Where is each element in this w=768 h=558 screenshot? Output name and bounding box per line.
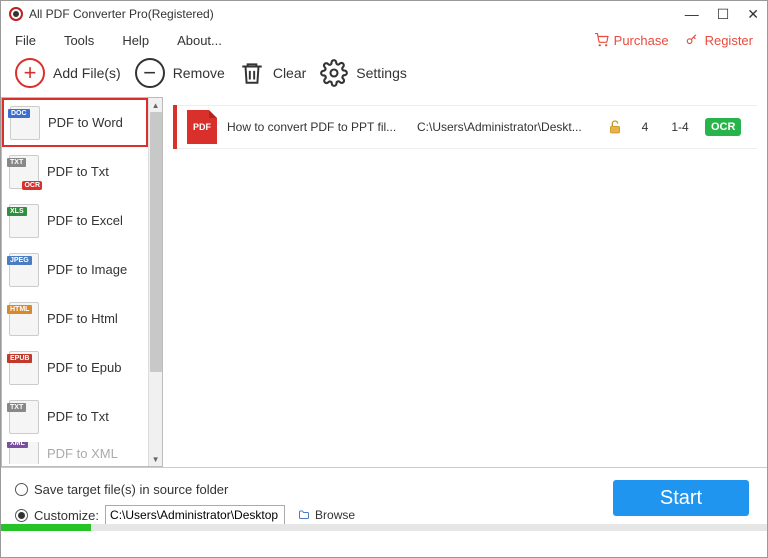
remove-label: Remove: [173, 65, 225, 81]
scroll-up-button[interactable]: ▲: [149, 98, 162, 112]
purchase-label: Purchase: [614, 33, 669, 48]
selection-indicator: [173, 105, 177, 149]
epub-icon: EPUB: [9, 351, 39, 385]
file-name: How to convert PDF to PPT fil...: [227, 120, 407, 134]
scroll-down-button[interactable]: ▼: [149, 452, 162, 466]
page-count: 4: [635, 120, 655, 134]
cart-icon: [594, 33, 609, 47]
sidebar-item-label: PDF to Word: [48, 115, 123, 130]
sidebar-item-label: PDF to Epub: [47, 360, 121, 375]
pdf-icon: PDF: [187, 110, 217, 144]
radio-save-source[interactable]: [15, 483, 28, 496]
remove-button[interactable]: Remove: [135, 58, 225, 88]
lock-icon[interactable]: [607, 118, 625, 136]
file-row[interactable]: PDF How to convert PDF to PPT fil... C:\…: [173, 105, 757, 149]
plus-icon: [15, 58, 45, 88]
folder-icon: [297, 509, 311, 521]
sidebar-item-label: PDF to XML: [47, 446, 118, 461]
customize-label: Customize:: [34, 508, 99, 523]
window-controls: — ☐ ✕: [685, 6, 759, 23]
output-path-input[interactable]: [105, 505, 285, 525]
purchase-link[interactable]: Purchase: [594, 33, 669, 48]
sidebar-item-pdf-to-txt[interactable]: TXT PDF to Txt: [2, 392, 148, 441]
key-icon: [685, 33, 700, 47]
ocr-badge[interactable]: OCR: [705, 118, 741, 136]
txt-icon: TXT: [9, 400, 39, 434]
sidebar-item-label: PDF to Txt: [47, 164, 109, 179]
minimize-button[interactable]: —: [685, 6, 699, 23]
sidebar-item-pdf-to-excel[interactable]: XLS PDF to Excel: [2, 196, 148, 245]
jpeg-icon: JPEG: [9, 253, 39, 287]
main-area: DOC PDF to Word TXTOCR PDF to Txt XLS PD…: [1, 97, 767, 467]
menubar: File Tools Help About... Purchase Regist…: [1, 27, 767, 53]
save-source-label: Save target file(s) in source folder: [34, 482, 228, 497]
doc-icon: DOC: [10, 106, 40, 140]
window-title: All PDF Converter Pro(Registered): [29, 7, 685, 21]
toolbar: Add File(s) Remove Clear Settings: [1, 53, 767, 97]
gear-icon: [320, 59, 348, 87]
menu-tools[interactable]: Tools: [64, 33, 94, 48]
menu-help[interactable]: Help: [122, 33, 149, 48]
add-files-label: Add File(s): [53, 65, 121, 81]
sidebar-item-pdf-to-image[interactable]: JPEG PDF to Image: [2, 245, 148, 294]
sidebar-item-pdf-to-word[interactable]: DOC PDF to Word: [2, 98, 148, 147]
clear-button[interactable]: Clear: [239, 60, 306, 86]
menu-about[interactable]: About...: [177, 33, 222, 48]
sidebar-item-pdf-to-html[interactable]: HTML PDF to Html: [2, 294, 148, 343]
settings-label: Settings: [356, 65, 407, 81]
sidebar: DOC PDF to Word TXTOCR PDF to Txt XLS PD…: [1, 97, 163, 467]
register-link[interactable]: Register: [685, 33, 753, 48]
menu-file[interactable]: File: [15, 33, 36, 48]
sidebar-item-label: PDF to Txt: [47, 409, 109, 424]
close-button[interactable]: ✕: [747, 6, 759, 23]
titlebar: All PDF Converter Pro(Registered) — ☐ ✕: [1, 1, 767, 27]
minus-icon: [135, 58, 165, 88]
browse-button[interactable]: Browse: [297, 508, 355, 522]
sidebar-item-pdf-to-epub[interactable]: EPUB PDF to Epub: [2, 343, 148, 392]
html-icon: HTML: [9, 302, 39, 336]
txt-icon: TXTOCR: [9, 155, 39, 189]
clear-label: Clear: [273, 65, 306, 81]
file-list: PDF How to convert PDF to PPT fil... C:\…: [163, 97, 767, 467]
file-path: C:\Users\Administrator\Deskt...: [417, 120, 597, 134]
trash-icon: [239, 60, 265, 86]
radio-customize[interactable]: [15, 509, 28, 522]
sidebar-item-label: PDF to Html: [47, 311, 118, 326]
sidebar-scrollbar[interactable]: ▲ ▼: [148, 98, 162, 466]
sidebar-item-label: PDF to Excel: [47, 213, 123, 228]
sidebar-item-pdf-to-xml[interactable]: XML PDF to XML: [2, 441, 148, 465]
browse-label: Browse: [315, 508, 355, 522]
settings-button[interactable]: Settings: [320, 59, 407, 87]
add-files-button[interactable]: Add File(s): [15, 58, 121, 88]
app-icon: [9, 7, 23, 21]
progress-fill: [1, 524, 91, 531]
xml-icon: XML: [9, 441, 39, 465]
start-button[interactable]: Start: [613, 480, 749, 516]
scrollbar-thumb[interactable]: [150, 112, 162, 372]
bottom-panel: Save target file(s) in source folder Cus…: [1, 467, 767, 531]
maximize-button[interactable]: ☐: [717, 6, 730, 23]
sidebar-item-pdf-to-txt-ocr[interactable]: TXTOCR PDF to Txt: [2, 147, 148, 196]
sidebar-list: DOC PDF to Word TXTOCR PDF to Txt XLS PD…: [2, 98, 148, 466]
xls-icon: XLS: [9, 204, 39, 238]
progress-bar: [1, 524, 767, 531]
sidebar-item-label: PDF to Image: [47, 262, 127, 277]
page-range[interactable]: 1-4: [665, 120, 695, 134]
register-label: Register: [705, 33, 753, 48]
